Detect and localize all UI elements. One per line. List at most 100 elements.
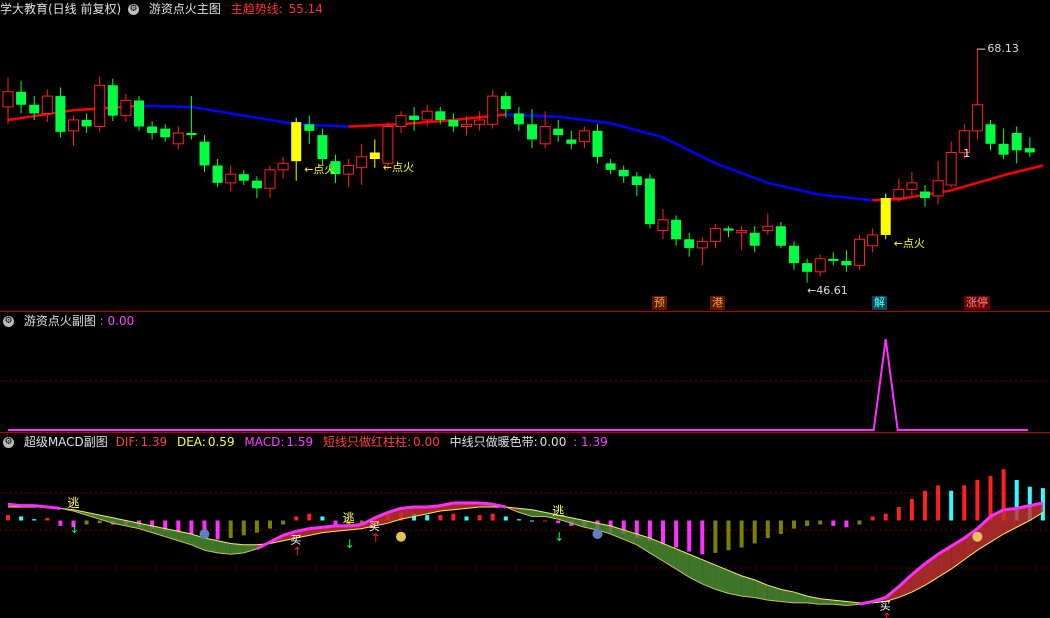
macd-bar xyxy=(857,520,862,525)
macd-bar xyxy=(792,520,796,529)
macd-bar xyxy=(778,520,783,534)
candle-body xyxy=(369,152,380,159)
candle-body xyxy=(304,124,315,131)
candle-body xyxy=(186,132,197,136)
main-chart-pane[interactable]: 学大教育(日线 前复权) ⚙ 游资点火主图 主趋势线: 55.14 ←点火 ←点火… xyxy=(0,0,1050,312)
candle-body xyxy=(854,238,865,266)
macd-bar xyxy=(556,520,561,524)
candle-body xyxy=(487,95,499,125)
macd-bar xyxy=(962,485,967,521)
candle-body xyxy=(29,104,40,114)
candle-body xyxy=(212,165,223,183)
macd-bar xyxy=(189,520,194,534)
dif-line xyxy=(859,600,873,606)
trend-label: 主趋势线: xyxy=(230,2,283,16)
macd-ribbon xyxy=(728,570,742,597)
candle-body xyxy=(172,132,184,145)
dif-label: DIF: xyxy=(115,435,139,449)
candle-body xyxy=(592,130,603,157)
candle-body xyxy=(291,122,302,162)
macd-bar xyxy=(307,513,312,521)
candle-body xyxy=(684,239,695,248)
macd-chart[interactable]: 逃↓逃↓逃↓买↑买↑买↑ xyxy=(0,433,1050,618)
macd-bar xyxy=(530,520,534,522)
trend-line-segment xyxy=(714,162,769,185)
candle-body xyxy=(696,240,708,249)
candle-body xyxy=(802,263,813,272)
sub-indicator-value: : 0.00 xyxy=(99,314,135,328)
candle-body xyxy=(107,85,118,116)
candle-body xyxy=(356,156,368,169)
candle-body xyxy=(578,130,590,143)
fire-indicator-chart[interactable] xyxy=(0,312,1050,432)
down-arrow-icon: ↓ xyxy=(70,522,80,536)
candle-body xyxy=(134,100,144,127)
candle-body xyxy=(317,135,328,159)
candle-body xyxy=(500,96,511,110)
candle-body xyxy=(94,84,106,127)
main-indicator-name[interactable]: 游资点火主图 xyxy=(149,2,221,16)
candle-body xyxy=(906,182,918,190)
candle-body xyxy=(421,110,433,121)
candle-body xyxy=(435,111,446,120)
sub-settings-icon[interactable]: ⚙ xyxy=(3,316,14,327)
dif-line xyxy=(400,505,415,510)
macd-label: MACD: xyxy=(244,435,285,449)
macd-bar xyxy=(674,520,679,548)
sad-face-icon xyxy=(592,529,603,539)
candle-body xyxy=(277,162,289,171)
candlestick-chart[interactable] xyxy=(0,0,1050,311)
macd-bar xyxy=(19,516,24,521)
candle-body xyxy=(461,123,472,127)
macd-bar xyxy=(752,520,757,544)
candle-body xyxy=(814,258,826,273)
down-arrow-icon: ↓ xyxy=(345,537,355,551)
macd-bar xyxy=(294,516,299,521)
macd-chart-pane[interactable]: ⚙ 超级MACD副图 DIF: 1.39 DEA: 0.59 MACD: 1.59 短… xyxy=(0,433,1050,618)
candle-body xyxy=(605,163,616,170)
macd-bar xyxy=(870,516,875,521)
fire-signal-line xyxy=(8,338,1028,431)
fire-signal-label: ←点火 xyxy=(382,161,415,174)
macd-bar xyxy=(516,519,521,521)
dif-line xyxy=(427,504,441,509)
macd-bar xyxy=(451,513,456,521)
candle-body xyxy=(631,176,642,186)
macd-bar xyxy=(949,490,954,521)
macd-bar xyxy=(883,513,888,521)
macd-bar xyxy=(739,520,744,548)
candle-body xyxy=(945,151,957,186)
macd-bar xyxy=(254,520,259,533)
macd-bar xyxy=(831,520,836,526)
candle-body xyxy=(736,230,748,234)
macd-indicator-name[interactable]: 超级MACD副图 xyxy=(24,435,108,449)
candle-body xyxy=(985,124,996,144)
macd-bar xyxy=(923,490,927,521)
trend-line-segment xyxy=(950,174,1004,192)
main-chart-header: 学大教育(日线 前复权) ⚙ 游资点火主图 主趋势线: 55.14 xyxy=(0,0,329,18)
indicator-settings-icon[interactable]: ⚙ xyxy=(128,4,140,15)
macd-bar xyxy=(765,520,770,539)
candle-body xyxy=(828,258,839,261)
sub-indicator-name[interactable]: 游资点火副图 xyxy=(24,314,96,328)
candle-body xyxy=(55,96,66,132)
sub-chart-pane[interactable]: ⚙ 游资点火副图 : 0.00 xyxy=(0,312,1050,433)
macd-value: 1.59 xyxy=(286,435,314,449)
macd-bar xyxy=(818,520,823,525)
candle-body xyxy=(749,232,760,246)
candle-body xyxy=(264,169,276,189)
macd-bar xyxy=(713,520,718,553)
candle-body xyxy=(920,191,930,199)
candle-body xyxy=(16,91,27,105)
dif-value: 1.39 xyxy=(140,435,168,449)
candle-body xyxy=(644,178,655,225)
escape-signal: 逃 xyxy=(68,496,80,510)
macd-bar xyxy=(490,513,495,521)
macd-settings-icon[interactable]: ⚙ xyxy=(3,437,14,448)
dif-line xyxy=(7,502,22,508)
candle-body xyxy=(81,119,92,127)
macd-bar xyxy=(477,515,482,521)
macd-bar xyxy=(97,520,102,524)
candle-body xyxy=(527,124,537,140)
candle-body xyxy=(566,139,577,144)
